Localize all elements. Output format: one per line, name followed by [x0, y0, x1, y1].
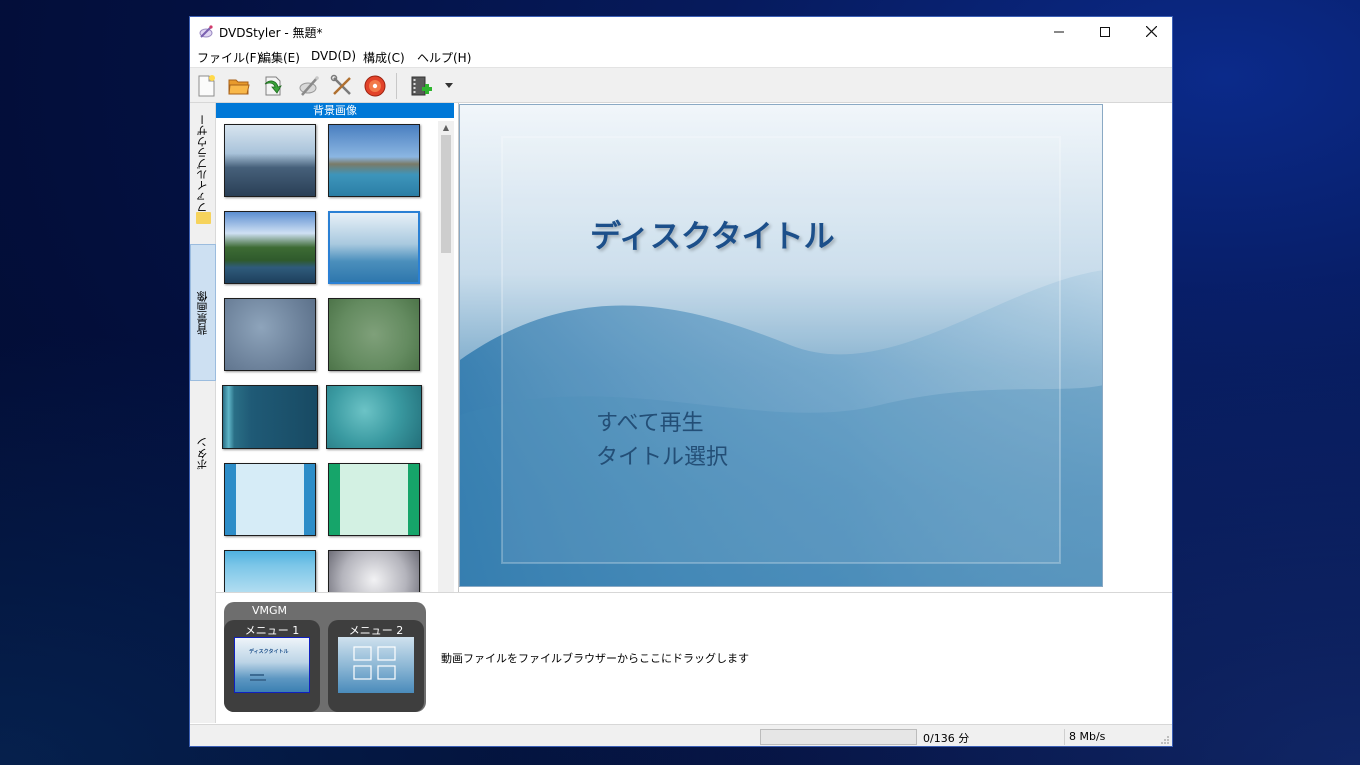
- burn-dvd-icon[interactable]: [363, 74, 387, 98]
- drag-hint-text: 動画ファイルをファイルブラウザーからここにドラッグします: [441, 652, 749, 665]
- thumb-green-frame[interactable]: [328, 463, 420, 536]
- scroll-up-icon[interactable]: ▲: [438, 121, 454, 135]
- menu-preview-canvas[interactable]: ディスクタイトル すべて再生 タイトル選択: [459, 104, 1103, 587]
- menu-config[interactable]: 構成(C): [363, 49, 405, 66]
- thumb-lake-forest[interactable]: [224, 211, 316, 284]
- menu-dvd[interactable]: DVD(D): [311, 49, 356, 63]
- maximize-button[interactable]: [1082, 17, 1128, 46]
- tab-backgrounds-label: 背景画像: [196, 290, 209, 335]
- app-window: DVDStyler - 無題* ファイル(F) 編集(E) DVD(D) 構成(…: [189, 16, 1173, 747]
- capacity-progress-bar: [760, 729, 917, 745]
- title-select-button[interactable]: タイトル選択: [596, 439, 728, 471]
- menu-2-card[interactable]: メニュー 2: [328, 620, 424, 712]
- play-all-button[interactable]: すべて再生: [596, 405, 704, 437]
- menu-bar: ファイル(F) 編集(E) DVD(D) 構成(C) ヘルプ(H): [190, 46, 1172, 66]
- maximize-icon: [1100, 26, 1110, 37]
- window-title: DVDStyler - 無題*: [219, 26, 323, 40]
- add-video-icon[interactable]: [409, 74, 433, 98]
- thumb-gray-blue-cloud[interactable]: [224, 298, 316, 371]
- settings-tools-icon[interactable]: [330, 74, 354, 98]
- thumb-ship-coast[interactable]: [328, 124, 420, 197]
- resize-grip-icon[interactable]: [1160, 735, 1170, 745]
- status-bar: 0/136 分 8 Mb/s: [190, 724, 1172, 746]
- tab-buttons[interactable]: ボタン: [190, 423, 216, 483]
- title-bar[interactable]: DVDStyler - 無題*: [190, 17, 1172, 46]
- menu-2-thumbnail: [338, 637, 414, 693]
- menu-help[interactable]: ヘルプ(H): [417, 49, 471, 66]
- thumb-sea-sky[interactable]: [224, 124, 316, 197]
- background-scrollbar[interactable]: ▲ ▼: [438, 121, 454, 605]
- menu-1-card[interactable]: メニュー 1 ディスクタイトル: [224, 620, 320, 712]
- minimize-button[interactable]: [1036, 17, 1082, 46]
- tab-buttons-label: ボタン: [196, 436, 209, 470]
- preview-background: [460, 105, 1102, 586]
- titleset-panel: VMGM メニュー 1 ディスクタイトル メニュー 2 動画ファイルをファイルブ…: [216, 592, 1172, 724]
- thumb-blue-wave[interactable]: [328, 211, 420, 284]
- menu-file[interactable]: ファイル(F): [197, 49, 261, 66]
- menu-1-thumbnail: ディスクタイトル: [234, 637, 310, 693]
- menu-1-label: メニュー 1: [244, 624, 300, 637]
- thumb-green-cloud[interactable]: [328, 298, 420, 371]
- background-panel-header: 背景画像: [216, 103, 454, 118]
- menu-2-label: メニュー 2: [348, 624, 404, 637]
- disc-title-text[interactable]: ディスクタイトル: [590, 211, 835, 256]
- minimize-icon: [1054, 31, 1064, 32]
- side-tab-bar: ファイルブラウザー 背景画像 ボタン: [190, 103, 216, 723]
- status-duration: 0/136 分: [923, 732, 970, 745]
- dropdown-arrow-icon[interactable]: [445, 83, 453, 89]
- status-bitrate: 8 Mb/s: [1069, 730, 1106, 743]
- burn-wand-icon[interactable]: [297, 74, 321, 98]
- thumb-teal-water[interactable]: [326, 385, 422, 449]
- close-icon: [1145, 26, 1157, 37]
- menu-2-grid-icon: [353, 646, 396, 680]
- scroll-thumb[interactable]: [441, 135, 451, 253]
- menu-1-mini-button: [250, 679, 266, 681]
- folder-icon: [196, 212, 211, 224]
- tab-file-browser[interactable]: ファイルブラウザー: [190, 111, 216, 215]
- toolbar-separator: [396, 73, 397, 99]
- status-separator: [1064, 729, 1065, 745]
- tab-file-browser-label: ファイルブラウザー: [196, 113, 209, 213]
- vmgm-group[interactable]: VMGM メニュー 1 ディスクタイトル メニュー 2: [224, 602, 426, 712]
- dvdstyler-app-icon: [199, 25, 213, 38]
- menu-edit[interactable]: 編集(E): [259, 49, 300, 66]
- toolbar: [190, 67, 1172, 103]
- close-button[interactable]: [1128, 17, 1174, 46]
- background-panel: 背景画像: [216, 103, 454, 605]
- new-file-icon[interactable]: [194, 74, 218, 98]
- thumb-blue-frame[interactable]: [224, 463, 316, 536]
- vmgm-label: VMGM: [252, 604, 288, 617]
- open-folder-icon[interactable]: [227, 74, 251, 98]
- save-icon[interactable]: [261, 74, 285, 98]
- menu-1-mini-title: ディスクタイトル: [249, 649, 289, 655]
- tab-backgrounds[interactable]: 背景画像: [190, 244, 216, 381]
- thumb-teal-stripes[interactable]: [222, 385, 318, 449]
- menu-1-mini-button: [250, 674, 264, 676]
